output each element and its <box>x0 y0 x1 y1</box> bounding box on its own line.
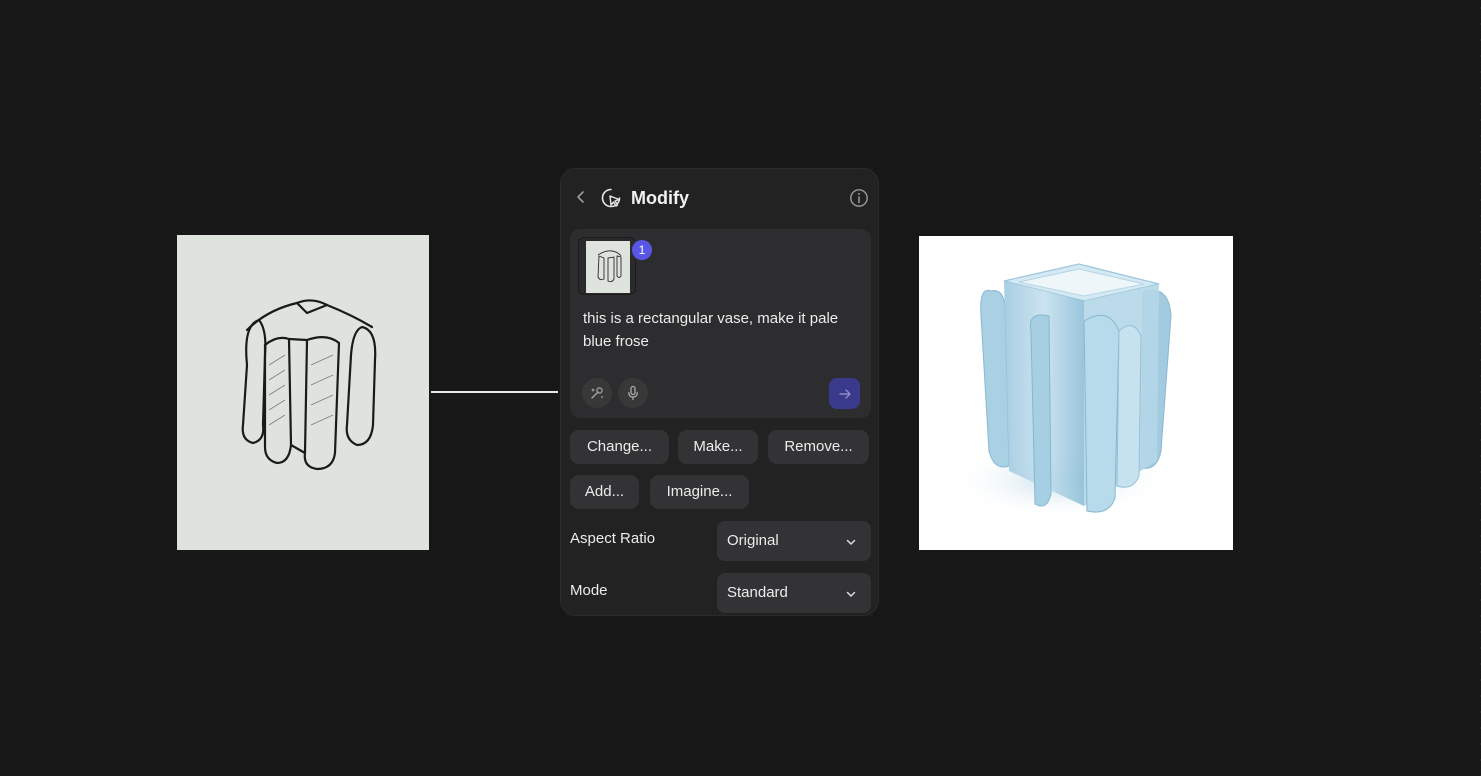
chevron-down-icon <box>845 535 857 547</box>
node-connector-line <box>431 391 558 393</box>
suggestion-remove-button[interactable]: Remove... <box>768 430 869 464</box>
modify-panel: Modify 1 this is a rectangular vase, mak… <box>560 168 879 616</box>
attached-image-thumbnail[interactable]: 1 <box>578 237 652 295</box>
suggestion-add-button[interactable]: Add... <box>570 475 639 509</box>
arrow-right-icon <box>838 388 851 399</box>
prompt-input[interactable]: this is a rectangular vase, make it pale… <box>583 307 853 353</box>
panel-title: Modify <box>631 188 689 208</box>
thumbnail-image <box>586 241 630 293</box>
chevron-down-icon <box>845 587 857 599</box>
suggestion-make-button[interactable]: Make... <box>678 430 758 464</box>
source-sketch-image[interactable] <box>177 235 429 550</box>
microphone-icon <box>628 385 638 401</box>
mode-label: Mode <box>570 582 608 599</box>
chevron-left-icon[interactable] <box>573 189 589 205</box>
modify-cursor-icon <box>600 187 622 209</box>
magic-wand-icon <box>591 387 603 399</box>
mode-select[interactable]: Standard <box>717 573 871 613</box>
blue-vase-render <box>919 236 1233 550</box>
info-icon[interactable] <box>849 188 869 208</box>
attachment-count-badge: 1 <box>632 240 652 260</box>
aspect-ratio-value: Original <box>727 532 779 549</box>
mode-value: Standard <box>727 584 788 601</box>
canvas[interactable]: Modify 1 this is a rectangular vase, mak… <box>0 0 1481 776</box>
aspect-ratio-select[interactable]: Original <box>717 521 871 561</box>
vase-sketch-drawing <box>177 235 429 550</box>
microphone-button[interactable] <box>618 378 648 408</box>
send-button[interactable] <box>829 378 860 409</box>
prompt-box: 1 this is a rectangular vase, make it pa… <box>570 229 871 418</box>
magic-wand-button[interactable] <box>582 378 612 408</box>
suggestion-imagine-button[interactable]: Imagine... <box>650 475 749 509</box>
aspect-ratio-label: Aspect Ratio <box>570 530 656 547</box>
panel-header: Modify <box>561 169 878 227</box>
result-image[interactable] <box>919 236 1233 550</box>
suggestion-change-button[interactable]: Change... <box>570 430 669 464</box>
